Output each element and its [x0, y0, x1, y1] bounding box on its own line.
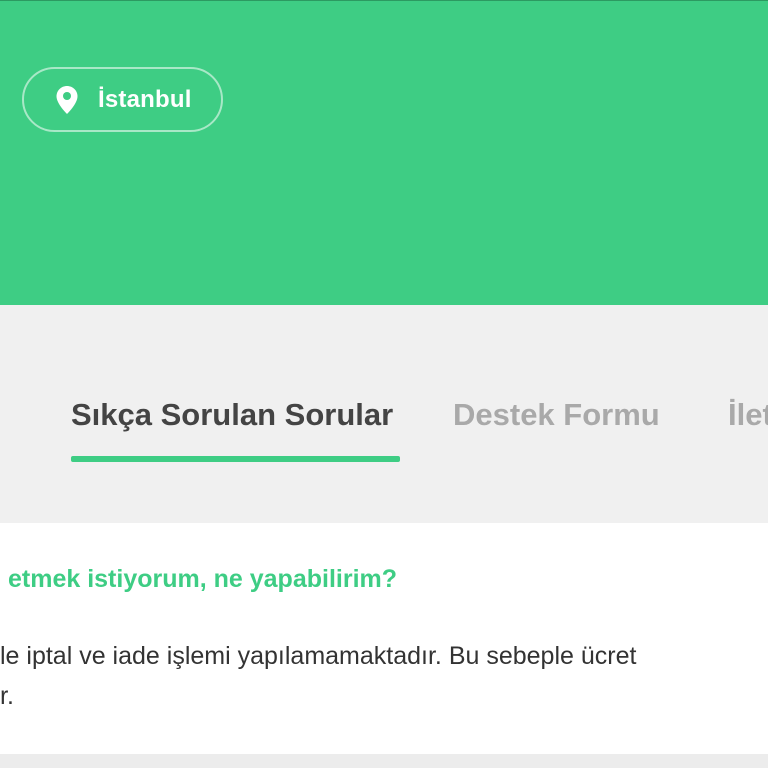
location-pin-icon — [56, 85, 78, 114]
location-selector-button[interactable]: İstanbul — [22, 67, 223, 132]
faq-item[interactable]: etmek istiyorum, ne yapabilirim? le ipta… — [0, 523, 768, 754]
faq-answer-line: r. — [0, 682, 14, 710]
active-tab-indicator — [71, 456, 400, 462]
next-section-edge — [0, 754, 768, 768]
location-city-label: İstanbul — [98, 85, 192, 113]
faq-answer: le iptal ve iade işlemi yapılamamaktadır… — [0, 636, 636, 716]
faq-answer-line: le iptal ve iade işlemi yapılamamaktadır… — [0, 642, 637, 670]
tab-faq[interactable]: Sıkça Sorulan Sorular — [71, 397, 393, 433]
header-banner: İstanbul — [0, 0, 768, 305]
faq-question[interactable]: etmek istiyorum, ne yapabilirim? — [8, 565, 397, 594]
tab-support-form[interactable]: Destek Formu — [453, 397, 660, 433]
tab-contact[interactable]: İlet — [728, 397, 768, 433]
tab-bar: Sıkça Sorulan Sorular Destek Formu İlet — [0, 305, 768, 523]
